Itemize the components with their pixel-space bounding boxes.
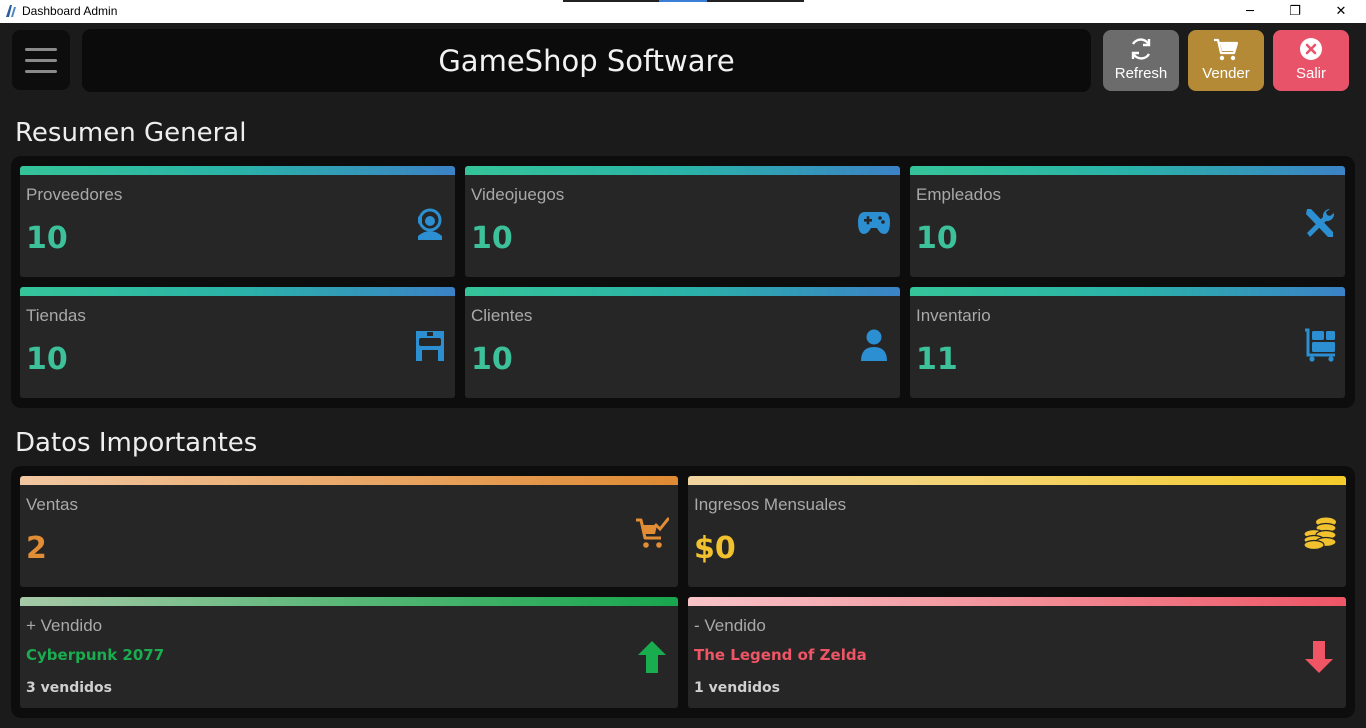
card-label: Inventario <box>916 306 991 325</box>
refresh-label: Refresh <box>1114 65 1168 82</box>
card-tiendas[interactable]: Tiendas 10 <box>20 287 455 398</box>
card-accent-bar <box>20 476 678 485</box>
store-icon <box>416 331 444 361</box>
refresh-button[interactable]: Refresh <box>1103 30 1179 91</box>
card-ingresos-mensuales[interactable]: Ingresos Mensuales $0 <box>688 476 1346 587</box>
card-clientes[interactable]: Clientes 10 <box>465 287 900 398</box>
top-product-name: Cyberpunk 2077 <box>26 646 165 664</box>
support-agent-icon <box>418 208 442 240</box>
resumen-section-title: Resumen General <box>15 118 247 148</box>
card-value: 10 <box>471 221 513 256</box>
minimize-button[interactable]: ─ <box>1227 0 1273 23</box>
salir-button[interactable]: Salir <box>1273 30 1349 91</box>
resumen-panel: Proveedores 10 Videojuegos 10 Empleados … <box>11 156 1355 408</box>
card-label: Tiendas <box>26 306 86 325</box>
card-label: Ingresos Mensuales <box>694 495 847 514</box>
salir-label: Salir <box>1295 65 1326 82</box>
cart-check-icon <box>636 517 669 548</box>
card-mas-vendido[interactable]: + Vendido Cyberpunk 2077 3 vendidos <box>20 597 678 708</box>
card-label: Clientes <box>471 306 533 325</box>
caption-accent <box>563 0 804 2</box>
close-window-button[interactable]: ✕ <box>1318 0 1364 23</box>
arrow-down-icon <box>1305 641 1333 673</box>
card-inventario[interactable]: Inventario 11 <box>910 287 1345 398</box>
bottom-product-count: 1 vendidos <box>694 680 780 696</box>
cart-icon <box>1214 38 1239 61</box>
vender-button[interactable]: Vender <box>1188 30 1264 91</box>
window-title: Dashboard Admin <box>22 4 118 18</box>
header-bar: GameShop Software <box>82 29 1091 92</box>
app-title: GameShop Software <box>438 43 735 78</box>
card-proveedores[interactable]: Proveedores 10 <box>20 166 455 277</box>
card-value: 2 <box>26 531 47 566</box>
card-label: Empleados <box>916 185 1002 204</box>
card-value: $0 <box>694 531 736 566</box>
card-label: Videojuegos <box>471 185 565 204</box>
card-ventas[interactable]: Ventas 2 <box>20 476 678 587</box>
menu-line <box>25 69 57 73</box>
arrow-up-icon <box>638 641 666 673</box>
card-accent-bar <box>465 166 900 175</box>
card-accent-bar <box>20 597 678 606</box>
hamburger-menu-button[interactable] <box>12 30 70 90</box>
card-label: Proveedores <box>26 185 123 204</box>
card-label: - Vendido <box>694 616 766 635</box>
coins-icon <box>1303 517 1337 550</box>
card-accent-bar <box>20 287 455 296</box>
card-value: 10 <box>26 221 68 256</box>
card-accent-bar <box>20 166 455 175</box>
tools-icon <box>1306 208 1335 237</box>
card-accent-bar <box>688 476 1346 485</box>
window-titlebar: Dashboard Admin ─ ❐ ✕ <box>0 0 1366 23</box>
datos-section-title: Datos Importantes <box>15 428 258 458</box>
card-value: 10 <box>26 342 68 377</box>
app-icon <box>6 5 16 17</box>
card-label: + Vendido <box>26 616 103 635</box>
datos-panel: Ventas 2 Ingresos Mensuales $0 + Vendido… <box>11 466 1355 718</box>
card-videojuegos[interactable]: Videojuegos 10 <box>465 166 900 277</box>
card-value: 10 <box>916 221 958 256</box>
vender-label: Vender <box>1202 65 1250 82</box>
maximize-button[interactable]: ❐ <box>1272 0 1318 23</box>
user-icon <box>861 329 887 361</box>
card-accent-bar <box>688 597 1346 606</box>
card-accent-bar <box>465 287 900 296</box>
card-label: Ventas <box>26 495 78 514</box>
bottom-product-name: The Legend of Zelda <box>694 646 867 664</box>
gamepad-icon <box>858 212 890 234</box>
top-product-count: 3 vendidos <box>26 680 112 696</box>
card-value: 11 <box>916 342 958 377</box>
card-value: 10 <box>471 342 513 377</box>
trolley-boxes-icon <box>1305 328 1335 362</box>
card-accent-bar <box>910 166 1345 175</box>
menu-line <box>25 47 57 51</box>
card-menos-vendido[interactable]: - Vendido The Legend of Zelda 1 vendidos <box>688 597 1346 708</box>
close-circle-icon <box>1300 38 1322 60</box>
card-empleados[interactable]: Empleados 10 <box>910 166 1345 277</box>
card-accent-bar <box>910 287 1345 296</box>
refresh-icon <box>1131 38 1151 60</box>
menu-line <box>25 58 57 62</box>
